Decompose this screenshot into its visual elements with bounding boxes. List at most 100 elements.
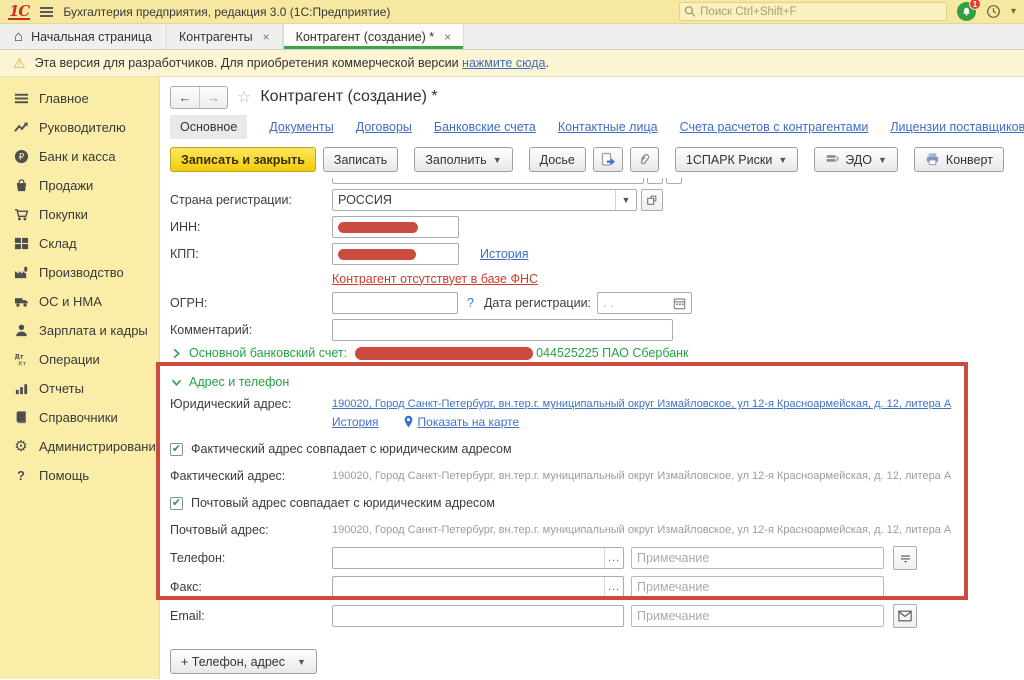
show-on-map-link[interactable]: Показать на карте xyxy=(418,415,520,429)
notification-badge: 1 xyxy=(969,0,981,10)
tab-licenzii[interactable]: Лицензии поставщиков алкогольной продукц… xyxy=(890,120,1024,134)
country-select[interactable]: РОССИЯ ▼ xyxy=(332,189,637,211)
clipped-button[interactable] xyxy=(666,178,682,184)
chevron-down-icon: ▼ xyxy=(778,155,787,165)
legal-address-history-link[interactable]: История xyxy=(332,415,379,429)
phone-note-input[interactable] xyxy=(631,547,884,569)
tab-home[interactable]: ⌂ Начальная страница xyxy=(0,24,166,49)
clipped-input[interactable] xyxy=(332,178,644,184)
email-input[interactable] xyxy=(332,605,624,627)
chevron-down-icon[interactable]: ▾ xyxy=(1011,6,1016,17)
address-section-header[interactable]: Адрес и телефон xyxy=(170,375,1024,389)
reg-date-input[interactable]: . . xyxy=(597,292,692,314)
edo-button[interactable]: ЭДО▼ xyxy=(814,147,898,172)
envelope-print-button[interactable]: Конверт xyxy=(914,147,1004,172)
spark-risks-button[interactable]: 1СПАРК Риски▼ xyxy=(675,147,798,172)
tab-bankovskie-scheta[interactable]: Банковские счета xyxy=(434,120,536,134)
fax-note-input[interactable] xyxy=(631,576,884,598)
ogrn-label: ОГРН: xyxy=(170,296,332,310)
tab-dogovory[interactable]: Договоры xyxy=(356,120,412,134)
tab-dokumenty[interactable]: Документы xyxy=(269,120,333,134)
tab-kontragent-creation[interactable]: Контрагент (создание) * × xyxy=(283,24,465,49)
tab-scheta-raschetov[interactable]: Счета расчетов с контрагентами xyxy=(680,120,869,134)
forward-button[interactable]: → xyxy=(199,87,227,108)
ruble-circle-icon: ₽ xyxy=(12,149,30,164)
sidebar-item-pokupki[interactable]: Покупки xyxy=(0,200,159,229)
phone-input[interactable]: ... xyxy=(332,547,624,569)
shopping-bag-icon xyxy=(12,178,30,193)
window-tab-bar: ⌂ Начальная страница Контрагенты × Контр… xyxy=(0,24,1024,50)
add-phone-address-button[interactable]: + Телефон, адрес ▼ xyxy=(170,649,317,674)
global-search[interactable] xyxy=(679,2,947,21)
phone-actions-button[interactable] xyxy=(893,546,917,570)
inn-input[interactable] xyxy=(332,216,459,238)
search-input[interactable] xyxy=(700,6,942,18)
sections-panel: Главное Руководителю ₽ Банк и касса Прод… xyxy=(0,77,160,679)
sidebar-item-rukovoditelyu[interactable]: Руководителю xyxy=(0,113,159,142)
sidebar-item-prodazhi[interactable]: Продажи xyxy=(0,171,159,200)
edo-documents-icon xyxy=(825,153,839,167)
save-button[interactable]: Записать xyxy=(323,147,398,172)
file-export-icon xyxy=(600,152,616,168)
tab-kontaktnye-lica[interactable]: Контактные лица xyxy=(558,120,658,134)
legal-address-link[interactable]: 190020, Город Санкт-Петербург, вн.тер.г.… xyxy=(332,398,951,410)
kpp-history-link[interactable]: История xyxy=(480,247,528,261)
sidebar-item-glavnoe[interactable]: Главное xyxy=(0,84,159,113)
back-button[interactable]: ← xyxy=(171,87,199,108)
warehouse-grid-icon xyxy=(12,236,30,251)
email-note-input[interactable] xyxy=(631,605,884,627)
close-icon[interactable]: × xyxy=(444,30,451,44)
sidebar-item-administrirovanie[interactable]: ⚙ Администрирование xyxy=(0,432,159,461)
fax-input[interactable]: ... xyxy=(332,576,624,598)
bank-account-section[interactable]: Основной банковский счет: 044525225 ПАО … xyxy=(170,346,1024,360)
buy-commercial-link[interactable]: нажмите сюда xyxy=(462,56,545,70)
tab-kontragenty[interactable]: Контрагенты × xyxy=(166,24,283,49)
clipped-button[interactable] xyxy=(647,178,663,184)
sidebar-item-operacii[interactable]: ДтКт Операции xyxy=(0,345,159,374)
sidebar-item-spravochniki[interactable]: Справочники xyxy=(0,403,159,432)
sidebar-item-otchety[interactable]: Отчеты xyxy=(0,374,159,403)
svg-text:₽: ₽ xyxy=(18,153,24,163)
fact-same-checkbox[interactable]: ✔ xyxy=(170,443,183,456)
comment-input[interactable] xyxy=(332,319,673,341)
sidebar-item-os-i-nma[interactable]: ОС и НМА xyxy=(0,287,159,316)
email-row: Email: xyxy=(170,604,1024,628)
tab-osnovnoe[interactable]: Основное xyxy=(170,115,247,139)
kpp-input[interactable] xyxy=(332,243,459,265)
sidebar-item-proizvodstvo[interactable]: Производство xyxy=(0,258,159,287)
comment-row: Комментарий: xyxy=(170,319,1024,341)
sidebar-item-zarplata-i-kadry[interactable]: Зарплата и кадры xyxy=(0,316,159,345)
fns-alert-link[interactable]: Контрагент отсутствует в базе ФНС xyxy=(332,272,538,286)
ogrn-row: ОГРН: ? Дата регистрации: . . xyxy=(170,292,1024,314)
phone-more-button[interactable]: ... xyxy=(604,548,623,568)
1c-logo-icon: 1С xyxy=(8,4,30,20)
favorite-star-icon[interactable]: ☆ xyxy=(237,87,251,107)
dossier-button[interactable]: Досье xyxy=(529,147,586,172)
sidebar-item-bank-i-kassa[interactable]: ₽ Банк и касса xyxy=(0,142,159,171)
open-in-window-icon xyxy=(646,194,658,206)
export-file-button[interactable] xyxy=(593,147,623,172)
send-email-button[interactable] xyxy=(893,604,917,628)
ogrn-input[interactable] xyxy=(332,292,458,314)
ogrn-help-link[interactable]: ? xyxy=(467,296,474,310)
comment-label: Комментарий: xyxy=(170,323,332,337)
calendar-icon[interactable] xyxy=(673,297,686,310)
attach-button[interactable] xyxy=(630,147,659,172)
svg-text:Кт: Кт xyxy=(18,361,26,367)
chevron-down-icon[interactable]: ▼ xyxy=(615,190,636,210)
form-nav-tabs: Основное Документы Договоры Банковские с… xyxy=(170,115,1024,139)
fill-button[interactable]: Заполнить▼ xyxy=(414,147,512,172)
sidebar-item-pomosch[interactable]: ? Помощь xyxy=(0,461,159,490)
main-menu-icon[interactable] xyxy=(40,7,53,17)
page-title: Контрагент (создание) * xyxy=(260,88,437,106)
close-icon[interactable]: × xyxy=(263,30,270,44)
history-icon[interactable] xyxy=(986,4,1001,19)
sidebar-item-sklad[interactable]: Склад xyxy=(0,229,159,258)
post-same-checkbox[interactable]: ✔ xyxy=(170,497,183,510)
country-row: Страна регистрации: РОССИЯ ▼ xyxy=(170,189,1024,211)
save-and-close-button[interactable]: Записать и закрыть xyxy=(170,147,316,172)
notifications-button[interactable]: 1 xyxy=(957,2,976,21)
open-country-button[interactable] xyxy=(641,189,663,211)
fax-more-button[interactable]: ... xyxy=(604,577,623,597)
legal-address-row: Юридический адрес: 190020, Город Санкт-П… xyxy=(170,396,1024,429)
